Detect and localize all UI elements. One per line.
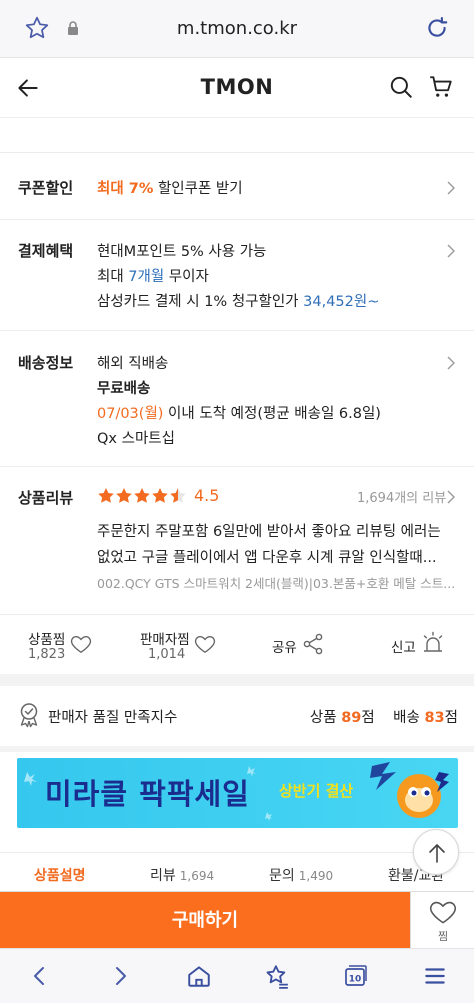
chevron-right-icon — [446, 489, 456, 508]
discount-price: 34,452원~ — [303, 294, 380, 310]
promo-banner[interactable]: 미라클 팍팍세일 상반기 결산 — [17, 758, 458, 828]
tab-review[interactable]: 리뷰 1,694 — [150, 865, 214, 885]
payment-line-2: 최대 7개월 무이자 — [97, 269, 209, 285]
star-icon — [98, 488, 114, 503]
siren-icon — [421, 631, 445, 659]
shipping-score: 83 — [424, 710, 445, 726]
tab-description[interactable]: 상품설명 — [34, 865, 86, 885]
wishlist-label: 상품찜 — [28, 632, 66, 648]
review-count[interactable]: 1,694개의 리뷰 — [357, 487, 446, 506]
action-bar: 상품찜 1,823 판매자찜 1,014 공유 신고 — [0, 614, 474, 674]
share-button[interactable]: 공유 — [236, 615, 354, 675]
chevron-right-icon — [446, 180, 456, 199]
arrow-up-icon — [429, 844, 445, 863]
detail-tabs: 상품설명 리뷰 1,694 문의 1,490 환불/교환 — [0, 852, 474, 892]
shipping-eta: 07/03(월) 이내 도착 예정(평균 배송일 6.8일) — [97, 406, 381, 422]
half-star-icon — [170, 488, 186, 503]
banner-title: 미라클 팍팍세일 — [45, 777, 250, 811]
seller-wish-label: 판매자찜 — [140, 632, 190, 648]
share-icon — [302, 633, 324, 659]
share-label: 공유 — [272, 640, 297, 656]
rating-value: 4.5 — [194, 486, 220, 505]
app-header: TMON — [0, 58, 474, 118]
heart-icon — [194, 634, 216, 658]
shipping-type: 해외 직배송 — [97, 356, 169, 372]
seller-wish-count: 1,014 — [148, 647, 186, 662]
installment-months: 7개월 — [128, 269, 165, 285]
payment-benefit-row[interactable]: 결제혜택 현대M포인트 5% 사용 가능 최대 7개월 무이자 삼성카드 결제 … — [0, 220, 474, 330]
reload-icon[interactable] — [424, 15, 450, 45]
tab-inquiry[interactable]: 문의 1,490 — [269, 865, 333, 885]
payment-label: 결제혜택 — [18, 242, 74, 260]
chevron-right-icon — [446, 355, 456, 374]
price-partial — [18, 118, 26, 128]
payment-line-3: 삼성카드 결제 시 1% 청구할인가 34,452원~ — [97, 294, 380, 310]
heart-icon — [70, 634, 92, 658]
mascot-icon — [389, 762, 453, 828]
shipping-info-row[interactable]: 배송정보 해외 직배송 무료배송 07/03(월) 이내 도착 예정(평균 배송… — [0, 331, 474, 466]
coupon-label: 쿠폰할인 — [18, 179, 74, 197]
chevron-right-icon — [446, 243, 456, 262]
award-badge-icon — [17, 702, 41, 732]
rating-stars — [98, 488, 186, 503]
wishlist-count: 1,823 — [28, 647, 66, 662]
star-icon — [134, 488, 150, 503]
shipping-fee: 무료배송 — [97, 381, 151, 397]
payment-line-1: 현대M포인트 5% 사용 가능 — [97, 244, 267, 260]
coupon-text: 최대 7% 할인쿠폰 받기 — [97, 177, 243, 198]
review-label: 상품리뷰 — [18, 489, 74, 507]
bookmarks-icon[interactable] — [264, 963, 290, 993]
product-score: 89 — [341, 710, 362, 726]
review-text-line-2[interactable]: 없었고 구글 플레이에서 앱 다운후 시계 큐알 인식할때... — [97, 546, 437, 567]
review-option: 002.QCY GTS 스마트워치 2세대(블랙)|03.본품+호환 메탈 스트… — [97, 576, 456, 591]
forward-icon[interactable] — [108, 963, 132, 993]
report-button[interactable]: 신고 — [354, 615, 474, 675]
coupon-row[interactable]: 쿠폰할인 최대 7% 할인쿠폰 받기 — [0, 153, 474, 219]
scroll-top-button[interactable] — [413, 829, 459, 875]
section-gap — [0, 746, 474, 752]
star-icon — [152, 488, 168, 503]
back-icon[interactable] — [28, 963, 52, 993]
tabs-icon[interactable]: 10 — [343, 963, 369, 993]
menu-icon[interactable] — [422, 963, 448, 993]
quality-scores: 상품 89점 배송 83점 — [309, 710, 458, 726]
coupon-suffix: 할인쿠폰 받기 — [153, 181, 243, 197]
seller-wish-button[interactable]: 판매자찜 1,014 — [118, 615, 236, 675]
seller-quality-row: 판매자 품질 만족지수 상품 89점 배송 83점 — [0, 686, 474, 746]
wish-label: 찜 — [437, 930, 449, 943]
report-label: 신고 — [391, 640, 416, 656]
coupon-highlight: 최대 7% — [97, 181, 154, 197]
cart-icon[interactable] — [428, 74, 454, 104]
shipping-label: 배송정보 — [18, 354, 74, 372]
home-icon[interactable] — [186, 963, 212, 993]
section-gap — [0, 674, 474, 686]
browser-nav-bar: 10 — [0, 948, 474, 1003]
search-icon[interactable] — [388, 74, 414, 104]
delivery-date: 07/03(월) — [97, 406, 164, 422]
quality-title: 판매자 품질 만족지수 — [48, 710, 178, 726]
star-icon — [116, 488, 132, 503]
banner-subtitle: 상반기 결산 — [279, 782, 354, 800]
review-text-line-1[interactable]: 주문한지 주말포함 6일만에 받아서 좋아요 리뷰팅 에러는 — [97, 520, 441, 541]
url-text[interactable]: m.tmon.co.kr — [0, 18, 474, 39]
shipping-carrier: Qx 스마트십 — [97, 431, 175, 447]
browser-address-bar: m.tmon.co.kr — [0, 0, 474, 58]
wish-button[interactable]: 찜 — [410, 892, 474, 949]
buy-button[interactable]: 구매하기 — [0, 892, 410, 949]
tab-count: 10 — [349, 975, 362, 985]
purchase-bar: 구매하기 찜 — [0, 891, 474, 949]
heart-icon — [430, 901, 456, 924]
wishlist-button[interactable]: 상품찜 1,823 — [0, 615, 118, 675]
